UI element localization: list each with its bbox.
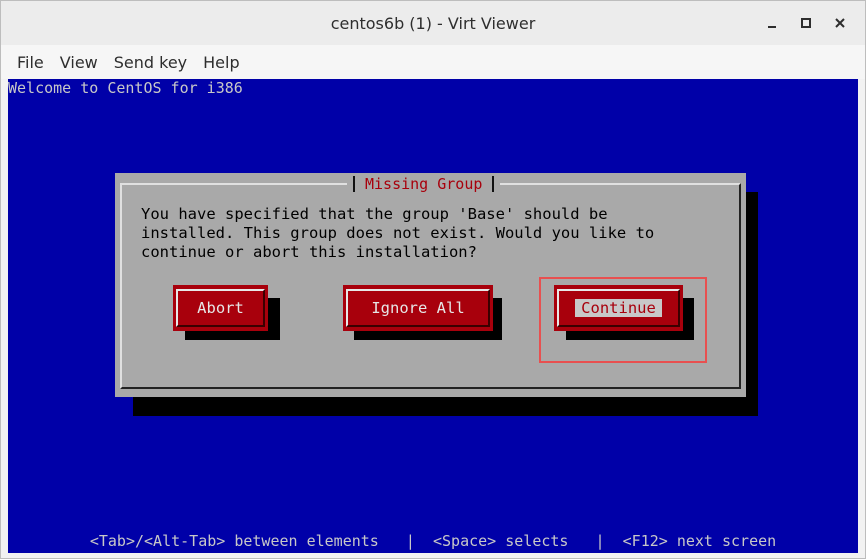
- virt-viewer-window: centos6b (1) - Virt Viewer File View Sen…: [0, 0, 866, 559]
- abort-button[interactable]: Abort: [173, 285, 268, 331]
- maximize-icon[interactable]: [791, 8, 821, 38]
- close-icon[interactable]: [825, 8, 855, 38]
- message-line: continue or abort this installation?: [141, 243, 477, 261]
- focus-highlight-box: [539, 277, 707, 363]
- guest-console[interactable]: Welcome to CentOS for i386 Missing Group…: [8, 79, 858, 553]
- welcome-text: Welcome to CentOS for i386: [8, 79, 243, 97]
- minimize-icon[interactable]: [757, 8, 787, 38]
- menu-file[interactable]: File: [9, 49, 52, 76]
- continue-button-label: Continue: [575, 299, 662, 317]
- menu-help[interactable]: Help: [195, 49, 247, 76]
- dialog-title: Missing Group: [365, 175, 483, 193]
- menu-send-key[interactable]: Send key: [106, 49, 195, 76]
- message-line: installed. This group does not exist. Wo…: [141, 224, 655, 242]
- console-footer-hints: <Tab>/<Alt-Tab> between elements | <Spac…: [89, 532, 777, 550]
- window-controls: [757, 1, 855, 45]
- ignore-all-button[interactable]: Ignore All: [343, 285, 493, 331]
- ignore-all-button-label: Ignore All: [371, 299, 465, 317]
- window-title: centos6b (1) - Virt Viewer: [330, 13, 536, 33]
- missing-group-dialog: Missing Group You have specified that th…: [115, 173, 746, 397]
- abort-button-label: Abort: [197, 299, 244, 317]
- dialog-message: You have specified that the group 'Base'…: [141, 205, 741, 262]
- title-right-bar: [492, 176, 495, 192]
- title-bar[interactable]: centos6b (1) - Virt Viewer: [1, 1, 865, 45]
- dialog-title-bar: Missing Group: [347, 173, 501, 195]
- message-line: You have specified that the group 'Base'…: [141, 205, 608, 223]
- menu-view[interactable]: View: [52, 49, 106, 76]
- menu-bar: File View Send key Help: [1, 45, 865, 79]
